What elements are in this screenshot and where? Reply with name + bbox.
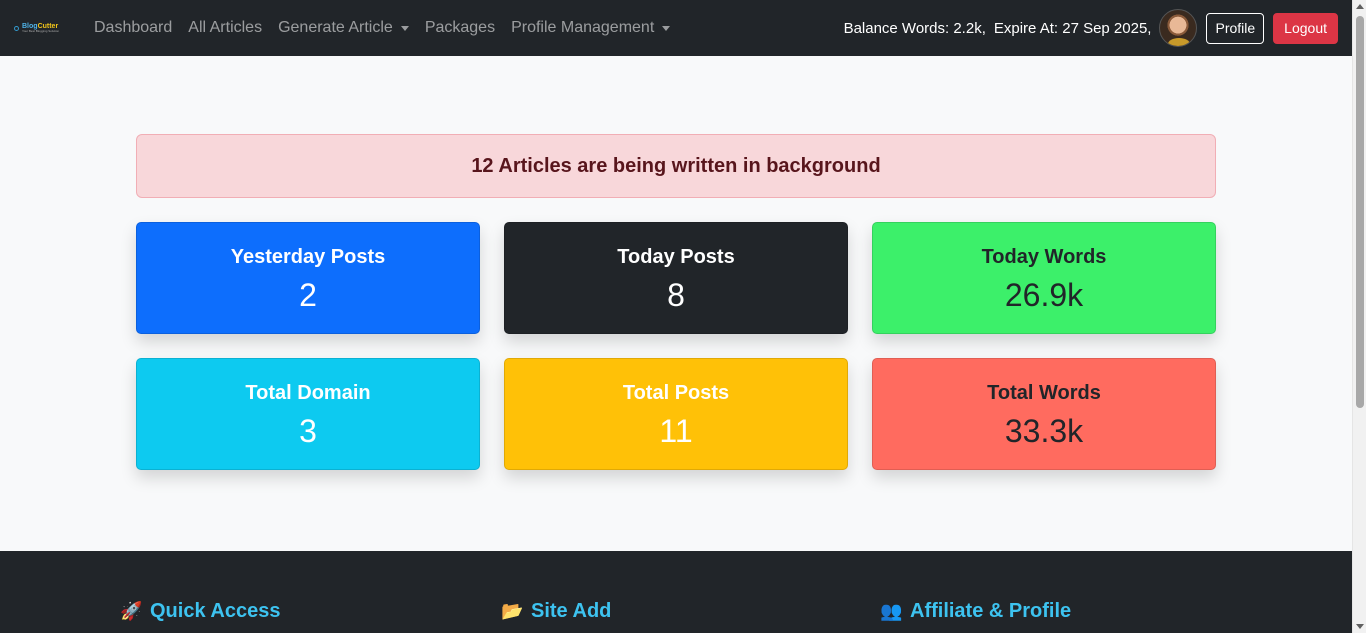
stat-card-value: 33.3k	[1004, 413, 1084, 449]
nav-link-all-articles[interactable]: All Articles	[180, 19, 270, 37]
stat-card-total-domain: Total Domain 3	[136, 358, 480, 470]
stat-card-total-posts: Total Posts 11	[504, 358, 848, 470]
footer-heading-quick-access: 🚀 Quick Access	[120, 600, 281, 622]
stat-card-title: Total Domain	[245, 382, 371, 404]
logout-button[interactable]: Logout	[1273, 12, 1338, 44]
footer-heading-site-add: 📂 Site Add	[501, 600, 612, 622]
background-writing-alert: 12 Articles are being written in backgro…	[136, 134, 1216, 198]
folder-icon: 📂	[501, 601, 524, 621]
top-navbar: BlogCutter Your Best Blogging Solution D…	[0, 0, 1352, 56]
expire-date: Expire At: 27 Sep 2025,	[993, 19, 1152, 37]
nav-link-packages[interactable]: Packages	[417, 19, 503, 37]
brand-logo[interactable]: BlogCutter Your Best Blogging Solution	[14, 18, 72, 38]
nav-dropdown-generate-article[interactable]: Generate Article	[270, 19, 417, 37]
rocket-icon: 🚀	[120, 601, 143, 621]
balance-words: Balance Words: 2.2k,	[843, 19, 986, 37]
users-icon: 👥	[880, 601, 903, 621]
page-footer: 🚀 Quick Access 📂 Site Add 👥 Affiliate & …	[0, 551, 1352, 633]
stat-card-title: Yesterday Posts	[230, 246, 386, 268]
caret-down-icon	[662, 25, 671, 31]
nav-right: Balance Words: 2.2k, Expire At: 27 Sep 2…	[844, 9, 1338, 47]
scroll-thumb[interactable]	[1356, 16, 1364, 408]
profile-button[interactable]: Profile	[1206, 12, 1265, 44]
page-scrollbar[interactable]	[1352, 0, 1366, 633]
stat-card-value: 11	[659, 413, 693, 449]
stat-card-today-words: Today Words 26.9k	[872, 222, 1216, 334]
logo-icon	[14, 25, 19, 31]
scroll-down-arrow-icon[interactable]	[1356, 624, 1364, 629]
stat-card-title: Total Words	[987, 382, 1101, 404]
stat-card-yesterday-posts: Yesterday Posts 2	[136, 222, 480, 334]
scroll-up-arrow-icon[interactable]	[1356, 4, 1364, 9]
stat-card-value: 2	[299, 277, 317, 313]
stat-card-value: 26.9k	[1004, 277, 1084, 313]
caret-down-icon	[400, 25, 409, 31]
nav-dropdown-profile-management[interactable]: Profile Management	[503, 19, 678, 37]
nav-link-dashboard[interactable]: Dashboard	[86, 19, 180, 37]
avatar[interactable]	[1159, 9, 1198, 47]
stat-card-value: 3	[299, 413, 317, 449]
stat-card-title: Today Posts	[617, 246, 735, 268]
nav-links: Dashboard All Articles Generate Article …	[86, 19, 678, 37]
footer-heading-affiliate-profile: 👥 Affiliate & Profile	[880, 600, 1072, 622]
stat-card-title: Today Words	[981, 246, 1107, 268]
stat-card-value: 8	[667, 277, 685, 313]
stat-card-title: Total Posts	[622, 382, 730, 404]
stat-card-total-words: Total Words 33.3k	[872, 358, 1216, 470]
stat-card-today-posts: Today Posts 8	[504, 222, 848, 334]
